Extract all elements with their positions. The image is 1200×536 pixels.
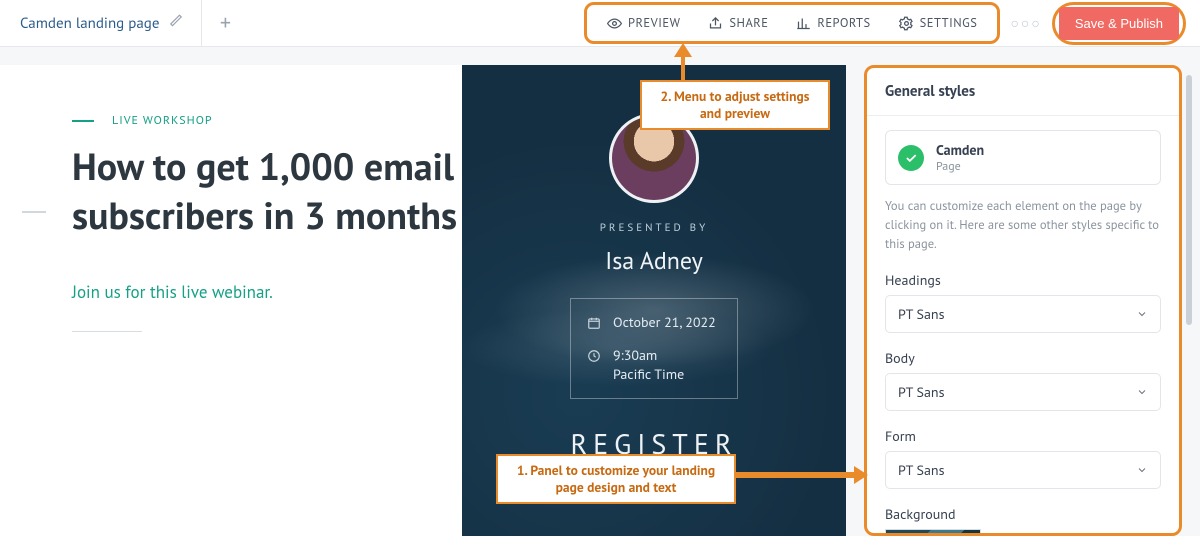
right-panel-wrap: General styles Camden Page You can custo… xyxy=(846,47,1200,536)
form-font-select[interactable]: PT Sans xyxy=(885,451,1161,489)
chevron-down-icon xyxy=(1136,386,1148,398)
selected-element-card[interactable]: Camden Page xyxy=(885,130,1161,185)
preview-menu[interactable]: PREVIEW xyxy=(593,9,694,37)
check-icon xyxy=(898,145,924,171)
chart-icon xyxy=(796,16,811,31)
clock-icon xyxy=(587,349,601,363)
background-row: ✕ COLOR xyxy=(885,529,1161,536)
reports-label: REPORTS xyxy=(817,15,870,31)
page-tab-title: Camden landing page xyxy=(20,14,159,33)
kicker-row: LIVE WORKSHOP xyxy=(72,113,462,128)
settings-menu[interactable]: SETTINGS xyxy=(885,9,992,37)
share-label: SHARE xyxy=(729,15,768,31)
kicker-dash xyxy=(72,120,94,122)
event-time-row: 9:30am Pacific Time xyxy=(587,346,721,384)
decor-dash xyxy=(22,211,46,213)
divider xyxy=(72,331,142,332)
preview-label: PREVIEW xyxy=(628,15,680,31)
more-icon[interactable]: ○○○ xyxy=(1000,14,1051,32)
presenter-name[interactable]: Isa Adney xyxy=(462,245,846,276)
headings-font-select[interactable]: PT Sans xyxy=(885,295,1161,333)
headline-text[interactable]: How to get 1,000 email subscribers in 3 … xyxy=(72,142,462,241)
share-menu[interactable]: SHARE xyxy=(694,9,782,37)
scrollbar[interactable] xyxy=(1186,75,1192,325)
event-date: October 21, 2022 xyxy=(613,313,716,332)
bg-color-label[interactable]: COLOR xyxy=(1013,532,1051,536)
styles-help-text: You can customize each element on the pa… xyxy=(885,197,1161,253)
body-font-value: PT Sans xyxy=(898,383,944,401)
chevron-down-icon xyxy=(1136,464,1148,476)
share-icon xyxy=(708,16,723,31)
kicker-text[interactable]: LIVE WORKSHOP xyxy=(112,113,213,128)
gear-icon xyxy=(899,16,914,31)
form-label: Form xyxy=(885,427,1161,445)
top-menu-group: PREVIEW SHARE REPORTS SETTINGS xyxy=(584,2,1000,44)
subline-text[interactable]: Join us for this live webinar. xyxy=(72,281,462,303)
top-bar: Camden landing page + PREVIEW SHARE REPO… xyxy=(0,0,1200,47)
chevron-down-icon xyxy=(1136,308,1148,320)
styles-panel-title: General styles xyxy=(885,82,1161,101)
add-tab-button[interactable]: + xyxy=(202,9,248,37)
form-font-value: PT Sans xyxy=(898,461,944,479)
edit-icon[interactable] xyxy=(169,13,183,33)
settings-label: SETTINGS xyxy=(920,15,978,31)
selected-element-type: Page xyxy=(936,159,984,174)
save-publish-button[interactable]: Save & Publish xyxy=(1059,7,1179,40)
divider xyxy=(867,115,1179,116)
top-menu-area: PREVIEW SHARE REPORTS SETTINGS ○○○ Save … xyxy=(584,2,1200,45)
selected-element-name: Camden xyxy=(936,141,984,159)
calendar-icon xyxy=(587,316,601,330)
annotation-2: 2. Menu to adjust settings and preview xyxy=(640,80,830,130)
save-highlight: Save & Publish xyxy=(1052,2,1186,45)
background-image-swatch[interactable] xyxy=(885,529,981,536)
annotation-arrow-right xyxy=(736,472,856,478)
body-label: Body xyxy=(885,349,1161,367)
presented-by-label[interactable]: PRESENTED BY xyxy=(462,221,846,235)
headings-font-value: PT Sans xyxy=(898,305,944,323)
event-date-row: October 21, 2022 xyxy=(587,313,721,332)
annotation-1: 1. Panel to customize your landing page … xyxy=(496,454,736,504)
reports-menu[interactable]: REPORTS xyxy=(782,9,884,37)
headings-label: Headings xyxy=(885,271,1161,289)
styles-panel: General styles Camden Page You can custo… xyxy=(864,65,1182,536)
page-tab[interactable]: Camden landing page xyxy=(0,0,202,47)
body-font-select[interactable]: PT Sans xyxy=(885,373,1161,411)
eye-icon xyxy=(607,16,622,31)
editor-canvas-left[interactable]: LIVE WORKSHOP How to get 1,000 email sub… xyxy=(0,65,462,536)
remove-bg-button[interactable]: ✕ xyxy=(991,530,1003,536)
event-time: 9:30am Pacific Time xyxy=(613,346,684,384)
background-label: Background xyxy=(885,505,1161,523)
event-details-box[interactable]: October 21, 2022 9:30am Pacific Time xyxy=(570,298,738,399)
